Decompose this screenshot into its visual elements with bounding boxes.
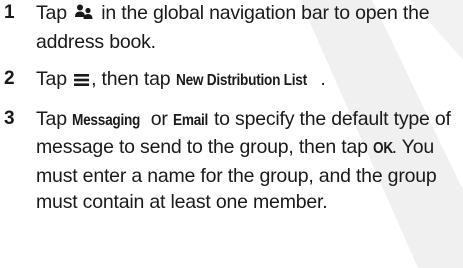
menu-icon: [74, 68, 90, 95]
step-number: 2: [4, 68, 15, 89]
step-2: 2 Tap , then tap New Distribution List.: [4, 66, 459, 95]
step-number: 1: [4, 2, 15, 23]
ok-label: OK: [372, 140, 393, 157]
email-label: Email: [172, 111, 208, 129]
step-text: .: [320, 68, 326, 90]
step-text: , then tap: [91, 68, 171, 90]
contacts-icon: [74, 2, 94, 29]
step-number: 3: [4, 107, 15, 129]
instruction-page: 1 Tap in the global navigation bar to op…: [0, 0, 463, 268]
step-text: Tap: [36, 68, 67, 90]
step-1: 1 Tap in the global navigation bar to op…: [4, 0, 459, 55]
step-3: 3 Tap Messaging or Email to specify the …: [4, 106, 459, 216]
step-text: in the global navigation bar to open the…: [36, 2, 430, 53]
steps-list: 1 Tap in the global navigation bar to op…: [4, 0, 459, 216]
step-text: or: [150, 107, 168, 130]
step-text: Tap: [36, 2, 67, 24]
step-text: Tap: [36, 107, 67, 130]
messaging-label: Messaging: [72, 111, 141, 129]
new-distribution-list-label: New Distribution List: [175, 72, 307, 89]
